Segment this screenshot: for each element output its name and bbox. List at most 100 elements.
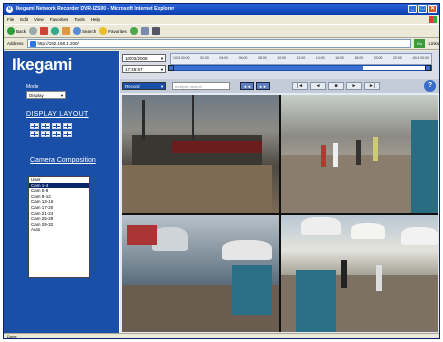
search-icon	[73, 27, 82, 35]
favorites-label: Favorites	[108, 28, 127, 34]
back-label: Back	[16, 28, 27, 34]
stop-icon	[40, 27, 49, 35]
go-button[interactable]: Go	[413, 39, 426, 48]
layout-4-button[interactable]	[41, 123, 50, 129]
menu-file[interactable]: File	[7, 15, 14, 24]
video-grid	[122, 95, 438, 332]
layout-1-button[interactable]	[30, 123, 39, 129]
browser-window: e Ikegami Network Recorder DVR-IZS00 - M…	[3, 3, 440, 339]
play-button[interactable]: ►	[346, 82, 362, 90]
search-button[interactable]: Search	[73, 27, 96, 35]
title-bar: e Ikegami Network Recorder DVR-IZS00 - M…	[4, 4, 439, 15]
stop-button[interactable]	[40, 27, 49, 35]
minimize-button[interactable]: _	[408, 5, 417, 13]
print-icon	[151, 27, 160, 35]
links-label[interactable]: Links	[428, 41, 439, 46]
skip-start-button[interactable]: |◄	[292, 82, 308, 90]
camera-feed-3[interactable]	[122, 214, 279, 332]
timeline-tick-label: 10/3 00:00	[173, 56, 190, 60]
back-arrow-icon	[7, 27, 15, 35]
timeline-tick-label: 02:00	[200, 56, 209, 60]
window-controls: _ □ ✕	[408, 5, 437, 13]
search-label: Search	[82, 28, 97, 34]
browser-toolbar: Back Search Favorites	[4, 24, 439, 38]
skip-end-button[interactable]: ►|	[364, 82, 380, 90]
search-input[interactable]: multiple search	[172, 82, 230, 90]
layout-6-button[interactable]	[30, 131, 39, 137]
maximize-button[interactable]: □	[418, 5, 427, 13]
timeline-ticks: 10/3 00:00 02:00 04:00 06:00 08:00 10:00 12:00…	[171, 56, 431, 60]
menu-help[interactable]: Help	[91, 15, 100, 24]
timeline-tick-label: 16:00	[335, 56, 344, 60]
timeline-tick-label: 12:00	[296, 56, 306, 60]
camera-list[interactable]: User Cam 1-4 Cam 5-8 Cam 9-12 Cam 13-16 …	[28, 176, 90, 278]
close-button[interactable]: ✕	[428, 5, 437, 13]
home-icon	[62, 27, 71, 35]
channel-select[interactable]: Record	[122, 82, 166, 90]
media-button[interactable]	[129, 27, 138, 35]
back-button[interactable]: Back	[7, 27, 26, 35]
rewind-button[interactable]: ◄◄	[240, 82, 254, 90]
menu-edit[interactable]: Edit	[20, 15, 28, 24]
timeline-next-button[interactable]	[425, 65, 431, 71]
ie-icon: e	[6, 6, 13, 13]
page-content: Ikegami Mode Display DISPLAY LAYOUT Came…	[4, 51, 439, 333]
time-select[interactable]: 17:46:57	[122, 65, 166, 73]
windows-logo-icon	[429, 16, 437, 23]
timeline-tick-label: 06:00	[238, 56, 248, 60]
ikegami-logo: Ikegami	[12, 55, 72, 74]
mail-icon	[140, 27, 149, 35]
refresh-button[interactable]	[51, 27, 60, 35]
timeline-tick-label: 10:00	[277, 56, 287, 60]
stop-play-button[interactable]: ■	[328, 82, 344, 90]
fast-forward-button[interactable]: ►►	[256, 82, 270, 90]
forward-arrow-icon	[29, 27, 38, 35]
timeline-tick-label: 20:00	[373, 56, 383, 60]
timeline-bar[interactable]	[170, 65, 432, 71]
mode-label: Mode	[26, 84, 39, 90]
display-layout-options	[30, 123, 72, 137]
date-select[interactable]: 10/03/2008	[122, 54, 166, 62]
address-bar: Address http://192.168.1.200/ Go Links	[4, 38, 439, 50]
camera-composition-heading: Camera Composition	[30, 157, 96, 164]
layout-16-button[interactable]	[63, 123, 72, 129]
home-button[interactable]	[62, 27, 71, 35]
menu-view[interactable]: View	[34, 15, 44, 24]
status-bar: Done	[4, 333, 439, 338]
menu-bar: File Edit View Favorites Tools Help	[4, 15, 439, 24]
display-layout-heading: DISPLAY LAYOUT	[26, 111, 89, 118]
camera-list-item[interactable]: Auto	[29, 227, 89, 233]
forward-button[interactable]	[29, 27, 38, 35]
print-button[interactable]	[151, 27, 160, 35]
timeline-prev-button[interactable]	[168, 65, 174, 71]
timeline-tick-label: 10/4 00:00	[412, 56, 429, 60]
timeline-tick-label: 14:00	[315, 56, 325, 60]
layout-9-button[interactable]	[52, 123, 61, 129]
window-title: Ikegami Network Recorder DVR-IZS00 - Mic…	[16, 6, 175, 12]
address-label: Address	[7, 41, 24, 46]
camera-feed-2[interactable]	[281, 95, 438, 213]
mode-select[interactable]: Display	[26, 91, 66, 100]
menu-favorites[interactable]: Favorites	[50, 15, 69, 24]
layout-8-button[interactable]	[41, 131, 50, 137]
favorites-button[interactable]: Favorites	[99, 27, 127, 35]
playback-controls: Record multiple search ◄◄ ►► |◄ ◄ ■ ► ►|…	[120, 79, 439, 93]
help-icon[interactable]: ?	[424, 80, 436, 92]
timeline-tick-label: 18:00	[354, 56, 364, 60]
camera-feed-1[interactable]	[122, 95, 279, 213]
sidebar: Ikegami Mode Display DISPLAY LAYOUT Came…	[4, 51, 119, 333]
viewer-panel: 10/03/2008 17:46:57 10/3 00:00 02:00 04:00…	[120, 51, 439, 333]
camera-feed-4[interactable]	[281, 214, 438, 332]
timeline-tick-label: 22:00	[393, 56, 402, 60]
refresh-icon	[51, 27, 60, 35]
menu-tools[interactable]: Tools	[74, 15, 85, 24]
layout-10-button[interactable]	[52, 131, 61, 137]
transport-buttons: |◄ ◄ ■ ► ►|	[292, 82, 380, 90]
reverse-play-button[interactable]: ◄	[310, 82, 326, 90]
timeline-scale: 10/3 00:00 02:00 04:00 06:00 08:00 10:00 12:00…	[170, 53, 432, 65]
address-input[interactable]: http://192.168.1.200/	[26, 39, 411, 48]
timeline-controls: 10/03/2008 17:46:57 10/3 00:00 02:00 04:00…	[120, 51, 439, 79]
layout-13-button[interactable]	[63, 131, 72, 137]
timeline-tick-label: 04:00	[219, 56, 229, 60]
mail-button[interactable]	[140, 27, 149, 35]
